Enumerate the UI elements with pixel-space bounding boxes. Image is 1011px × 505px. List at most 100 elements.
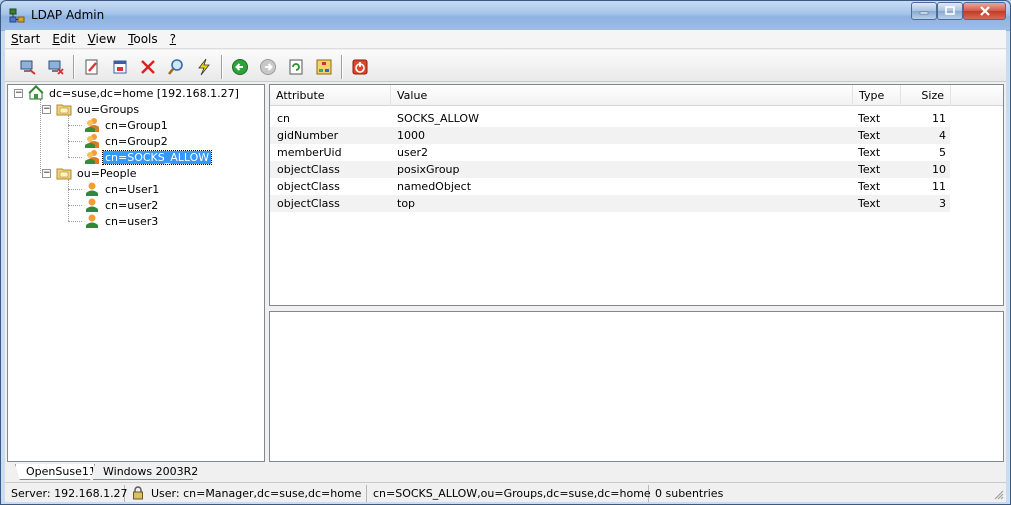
tree-node-socks-allow[interactable]: cn=SOCKS_ALLOW [84, 149, 213, 165]
menu-start[interactable]: Start [5, 30, 46, 48]
modify-icon [198, 58, 210, 76]
tab-windows-2003r2[interactable]: Windows 2003R2 [93, 464, 198, 480]
modify-button[interactable] [193, 56, 215, 78]
tab-opensuse11[interactable]: OpenSuse11 [15, 464, 95, 480]
delete-button[interactable] [137, 56, 159, 78]
forward-button[interactable] [257, 56, 279, 78]
cell-attribute: gidNumber [277, 129, 339, 142]
title-bar[interactable]: LDAP Admin [1, 1, 1010, 30]
exit-button[interactable] [349, 56, 371, 78]
tree-line [40, 99, 41, 173]
resize-grip-icon[interactable] [994, 490, 1004, 500]
table-row[interactable]: objectClass namedObject Text 11 [270, 178, 950, 195]
detail-pane[interactable] [269, 311, 1004, 462]
schema-icon [316, 59, 332, 75]
tree-node-people[interactable]: ou=People [56, 165, 138, 181]
tree-node-label: cn=user2 [105, 198, 159, 212]
tree-node-label: cn=Group1 [105, 118, 168, 132]
directory-tree[interactable]: − dc=suse,dc=home [192.168.1.27] − ou=Gr… [7, 84, 265, 462]
tree-node-user2[interactable]: cn=user2 [84, 197, 160, 213]
minimize-icon [919, 11, 929, 15]
tree-node-label: cn=SOCKS_ALLOW [101, 149, 213, 165]
group-icon [84, 149, 100, 165]
menu-tools-label: ools [133, 32, 158, 46]
column-value[interactable]: Value [391, 85, 853, 106]
tree-node-label: ou=People [77, 166, 137, 180]
grid-header: Attribute Value Type Size [270, 85, 1003, 106]
tree-node-user3[interactable]: cn=user3 [84, 213, 160, 229]
close-icon [979, 6, 990, 16]
tree-line [68, 179, 69, 221]
app-window: LDAP Admin Start Edit View Tools ? − dc=… [0, 0, 1011, 505]
back-button[interactable] [229, 56, 251, 78]
tree-node-group2[interactable]: cn=Group2 [84, 133, 170, 149]
menu-tools[interactable]: Tools [122, 30, 164, 48]
cell-value: top [397, 197, 416, 210]
cell-attribute: cn [277, 112, 291, 125]
column-size[interactable]: Size [901, 85, 951, 106]
cell-type: Text [858, 163, 881, 176]
tree-node-label: dc=suse,dc=home [192.168.1.27] [49, 86, 239, 100]
tree-node-root[interactable]: dc=suse,dc=home [192.168.1.27] [28, 85, 241, 101]
tree-node-groups[interactable]: ou=Groups [56, 101, 141, 117]
search-button[interactable] [165, 56, 187, 78]
folder-icon [56, 165, 72, 181]
tree-node-label: ou=Groups [77, 102, 140, 116]
status-user: User: cn=Manager,dc=suse,dc=home [127, 485, 367, 502]
edit-entry-icon [85, 59, 98, 75]
attribute-grid[interactable]: Attribute Value Type Size cn SOCKS_ALLOW… [269, 84, 1004, 306]
ldap-admin-icon [9, 8, 25, 24]
cell-type: Text [858, 112, 881, 125]
connect-button[interactable] [17, 56, 39, 78]
collapse-expander[interactable]: − [14, 89, 23, 98]
status-server: Server: 192.168.1.27 [7, 485, 128, 502]
status-dn: cn=SOCKS_ALLOW,ou=Groups,dc=suse,dc=home [369, 485, 651, 502]
refresh-button[interactable] [285, 56, 307, 78]
tree-node-user1[interactable]: cn=User1 [84, 181, 161, 197]
cell-value: 1000 [397, 129, 425, 142]
table-row[interactable]: objectClass top Text 3 [270, 195, 950, 212]
column-attribute[interactable]: Attribute [270, 85, 391, 106]
tree-line [68, 157, 82, 158]
menu-help[interactable]: ? [164, 30, 182, 48]
properties-button[interactable] [109, 56, 131, 78]
tree-line [68, 141, 82, 142]
user-icon [84, 197, 100, 213]
cell-value: namedObject [397, 180, 472, 193]
connect-icon [20, 60, 36, 75]
schema-button[interactable] [313, 56, 335, 78]
menu-help-accel: ? [169, 32, 177, 46]
cell-attribute: objectClass [277, 180, 340, 193]
tree-node-group1[interactable]: cn=Group1 [84, 117, 170, 133]
table-row[interactable]: cn SOCKS_ALLOW Text 11 [270, 110, 950, 127]
delete-icon [141, 60, 155, 74]
server-icon [28, 85, 44, 101]
tree-node-label: cn=User1 [105, 182, 160, 196]
tree-line [68, 205, 82, 206]
edit-entry-button[interactable] [81, 56, 103, 78]
cell-type: Text [858, 180, 881, 193]
collapse-expander[interactable]: − [42, 105, 51, 114]
search-icon [167, 59, 183, 75]
table-row[interactable]: objectClass posixGroup Text 10 [270, 161, 950, 178]
toolbar [5, 50, 1006, 82]
collapse-expander[interactable]: − [42, 169, 51, 178]
cell-type: Text [858, 129, 881, 142]
table-row[interactable]: memberUid user2 Text 5 [270, 144, 950, 161]
status-user-text: User: cn=Manager,dc=suse,dc=home [151, 487, 362, 500]
menu-edit-accel: E [52, 32, 60, 46]
table-row[interactable]: gidNumber 1000 Text 4 [270, 127, 950, 144]
close-button[interactable] [963, 2, 1006, 20]
minimize-button[interactable] [911, 2, 937, 20]
menu-edit[interactable]: Edit [46, 30, 81, 48]
column-type[interactable]: Type [853, 85, 901, 106]
cell-size: 5 [939, 146, 946, 159]
disconnect-button[interactable] [45, 56, 67, 78]
lock-icon [131, 486, 145, 503]
menu-view[interactable]: View [82, 30, 122, 48]
client-area: Start Edit View Tools ? − dc=suse,dc=hom… [5, 30, 1006, 502]
cell-size: 4 [939, 129, 946, 142]
forward-icon [260, 59, 276, 75]
tree-line [68, 189, 82, 190]
maximize-button[interactable] [937, 2, 963, 20]
